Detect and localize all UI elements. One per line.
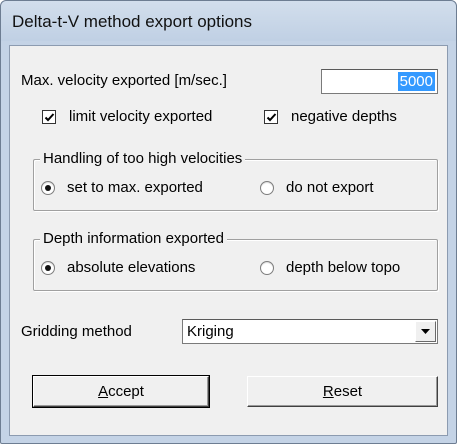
dialog-window: Delta-t-V method export options Max. vel…: [0, 0, 457, 444]
accept-label: ccept: [108, 383, 144, 400]
radio-do-not-export[interactable]: [260, 181, 274, 195]
dialog-client-area: Max. velocity exported [m/sec.] 5000 lim…: [9, 45, 448, 436]
max-velocity-label: Max. velocity exported [m/sec.]: [21, 72, 227, 89]
radio-selected-dot: [45, 185, 51, 191]
reset-mnemonic: R: [322, 383, 334, 400]
limit-velocity-checkbox[interactable]: [42, 110, 56, 124]
gridding-method-select[interactable]: Kriging: [182, 319, 438, 344]
negative-depths-label[interactable]: negative depths: [291, 108, 397, 125]
radio-do-not-export-label[interactable]: do not export: [286, 179, 374, 196]
max-velocity-input[interactable]: 5000: [321, 69, 438, 94]
accept-button[interactable]: Accept: [32, 375, 210, 408]
accept-mnemonic: A: [98, 383, 109, 400]
checkmark-icon: [266, 113, 277, 122]
reset-label: eset: [333, 383, 363, 400]
high-velocities-legend: Handling of too high velocities: [40, 150, 246, 167]
radio-depth-below-topo-label[interactable]: depth below topo: [286, 259, 400, 276]
title-bar[interactable]: Delta-t-V method export options: [1, 1, 456, 41]
radio-set-to-max[interactable]: [41, 181, 55, 195]
window-title: Delta-t-V method export options: [12, 12, 253, 31]
radio-set-to-max-label[interactable]: set to max. exported: [67, 179, 203, 196]
radio-absolute-elevations[interactable]: [41, 261, 55, 275]
radio-selected-dot: [45, 265, 51, 271]
chevron-down-icon: [421, 329, 430, 334]
dropdown-button[interactable]: [415, 321, 436, 342]
negative-depths-checkbox[interactable]: [264, 110, 278, 124]
limit-velocity-label[interactable]: limit velocity exported: [69, 108, 212, 125]
gridding-method-label: Gridding method: [21, 323, 132, 340]
gridding-method-value: Kriging: [187, 323, 234, 340]
depth-info-legend: Depth information exported: [40, 230, 227, 247]
radio-absolute-elevations-label[interactable]: absolute elevations: [67, 259, 195, 276]
checkmark-icon: [44, 113, 55, 122]
radio-depth-below-topo[interactable]: [260, 261, 274, 275]
max-velocity-value: 5000: [397, 72, 435, 91]
reset-button[interactable]: Reset: [247, 376, 438, 407]
